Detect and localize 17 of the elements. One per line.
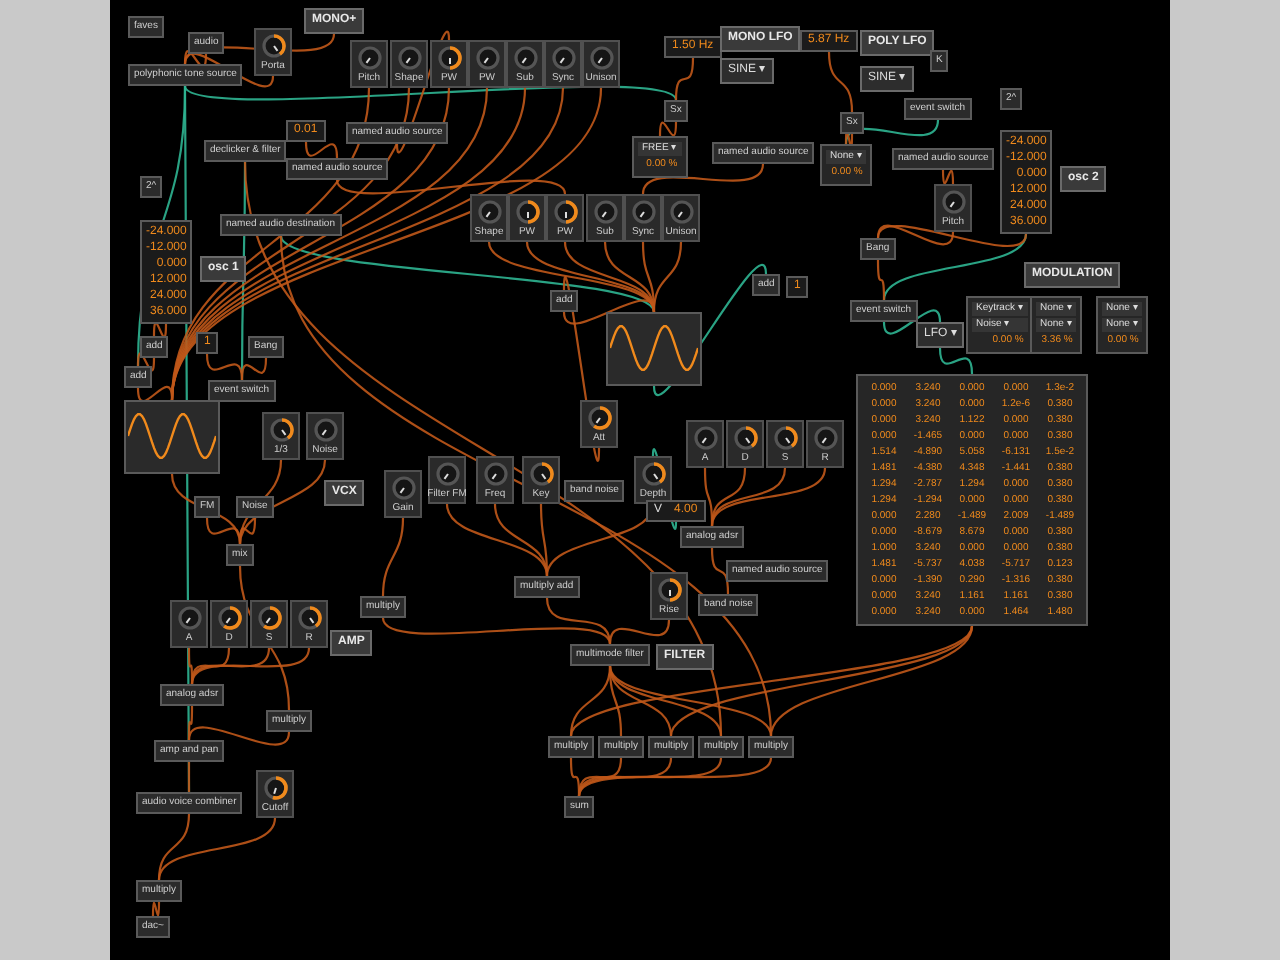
knob-dial[interactable] <box>259 32 287 60</box>
knob-dial[interactable] <box>513 198 541 226</box>
knob-dial[interactable] <box>771 424 799 452</box>
knob-dial[interactable] <box>639 460 667 488</box>
knob-dial[interactable] <box>255 604 283 632</box>
sine-wave-drawing <box>610 320 698 376</box>
knob-dial[interactable] <box>551 198 579 226</box>
knob-dial[interactable] <box>731 424 759 452</box>
knob-dial[interactable] <box>261 774 289 802</box>
knob-dial[interactable] <box>585 404 613 432</box>
knob-dial[interactable] <box>655 576 683 604</box>
knob-dial[interactable] <box>215 604 243 632</box>
knob-dial[interactable] <box>435 44 463 72</box>
sine-wave-drawing <box>128 408 216 464</box>
knob-dial[interactable] <box>295 604 323 632</box>
knob-dial[interactable] <box>527 460 555 488</box>
knob-dial[interactable] <box>267 416 295 444</box>
